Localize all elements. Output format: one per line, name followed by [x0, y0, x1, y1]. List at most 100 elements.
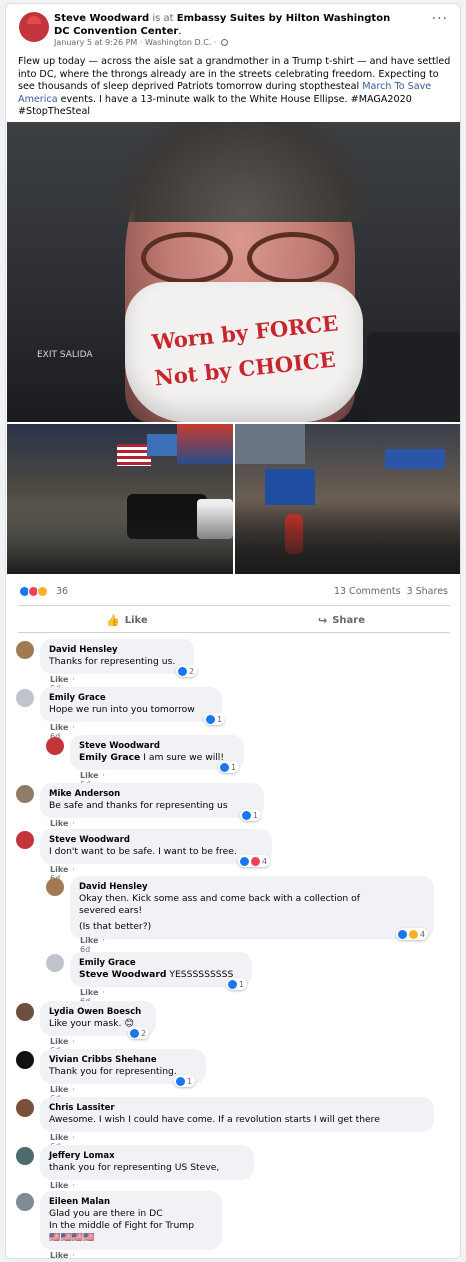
like-reaction-icon [130, 1028, 139, 1038]
commenter-name[interactable]: Steve Woodward [49, 834, 263, 846]
comment-reactions[interactable]: 4 [396, 928, 429, 940]
haha-reaction-icon [409, 929, 418, 939]
comment-text: Be safe and thanks for representing us [49, 800, 228, 811]
commenter-avatar[interactable] [16, 785, 34, 803]
engagement-stats: 13 Comments 3 Shares [334, 586, 448, 597]
comment-text: Emily Grace I am sure we will! [79, 752, 235, 764]
commenter-avatar[interactable] [16, 1051, 34, 1069]
comment-text-line-2: In the middle of Fight for Trump [49, 1220, 195, 1231]
comment-bubble: Chris Lassiter Awesome. I wish I could ha… [40, 1097, 434, 1132]
reaction-count: 36 [56, 586, 69, 597]
commenter-avatar[interactable] [46, 878, 64, 896]
like-reaction-icon [220, 762, 229, 772]
post-photo-main[interactable]: EXIT SALIDA Worn by FORCE Not by CHOICE [7, 122, 460, 422]
like-label: Like [124, 615, 148, 626]
author-name[interactable]: Steve Woodward [54, 13, 149, 24]
comment-like-link[interactable]: Like [50, 675, 68, 684]
commenter-name[interactable]: David Hensley [79, 881, 425, 893]
comment-reactions[interactable]: 1 [226, 978, 248, 990]
comment-text: Thanks for representing us. [49, 656, 176, 667]
comment-reaction-count: 1 [187, 1076, 193, 1086]
comment-like-link[interactable]: Like [50, 1251, 68, 1258]
comment-bubble: Emily Grace Steve Woodward YESSSSSSSSS [70, 952, 252, 987]
meta-separator: · [72, 819, 75, 828]
like-button[interactable]: 👍 Like [106, 614, 148, 627]
commenter-name[interactable]: Chris Lassiter [49, 1102, 425, 1114]
comment-like-link[interactable]: Like [50, 1085, 68, 1094]
tagged-user[interactable]: Emily Grace [79, 752, 140, 763]
commenter-avatar[interactable] [16, 1099, 34, 1117]
comment-reaction-count: 4 [420, 929, 426, 939]
commenter-avatar[interactable] [46, 954, 64, 972]
commenter-avatar[interactable] [16, 1147, 34, 1165]
comment-reactions[interactable]: 2 [176, 665, 198, 677]
comment-like-link[interactable]: Like [80, 936, 98, 945]
thumbs-up-icon: 👍 [106, 614, 120, 627]
commenter-name[interactable]: David Hensley [49, 644, 185, 656]
comment-like-link[interactable]: Like [80, 988, 98, 997]
meta-separator: · [72, 1133, 75, 1142]
share-count[interactable]: 3 Shares [407, 586, 448, 597]
commenter-avatar[interactable] [16, 1003, 34, 1021]
commenter-name[interactable]: Vivian Cribbs Shehane [49, 1054, 197, 1066]
commenter-avatar[interactable] [16, 641, 34, 659]
post-location[interactable]: Washington D.C. [145, 38, 211, 47]
commenter-name[interactable]: Jeffery Lomax [49, 1150, 245, 1162]
share-button[interactable]: ↪ Share [318, 614, 365, 627]
commenter-avatar[interactable] [16, 831, 34, 849]
comment-reactions[interactable]: 1 [240, 809, 262, 821]
comment-reactions[interactable]: 1 [204, 713, 226, 725]
comment-like-link[interactable]: Like [50, 819, 68, 828]
seat-shape [367, 332, 460, 422]
comment-reactions[interactable]: 1 [218, 761, 240, 773]
comment-bubble: David Hensley Thanks for representing us. [40, 639, 194, 674]
like-reaction-icon [398, 929, 407, 939]
comment-reaction-count: 1 [253, 810, 259, 820]
post-photo-left[interactable] [7, 424, 233, 574]
comment-reactions[interactable]: 2 [128, 1027, 150, 1039]
commenter-avatar[interactable] [16, 1193, 34, 1211]
comment-reactions[interactable]: 1 [174, 1075, 196, 1087]
crowd-shape [7, 504, 233, 574]
author-avatar[interactable] [19, 12, 49, 42]
more-options-icon[interactable]: ··· [432, 12, 448, 26]
comment-like-link[interactable]: Like [50, 1181, 68, 1190]
blue-flag-shape [147, 434, 181, 456]
comment-count[interactable]: 13 Comments [334, 586, 401, 597]
commenter-name[interactable]: Emily Grace [49, 692, 213, 704]
commenter-name[interactable]: Mike Anderson [49, 788, 255, 800]
commenter-name[interactable]: Eileen Malan [49, 1196, 213, 1208]
post-text-2: events. I have a 13-minute walk to the W… [18, 93, 412, 118]
comment-like-link[interactable]: Like [50, 723, 68, 732]
post-body: Flew up today — across the aisle sat a g… [18, 56, 458, 119]
post-meta: January 5 at 9:26 PM · Washington D.C. · [54, 38, 228, 47]
comment-text: Hope we run into you tomorrow [49, 704, 195, 715]
comment-text: Glad you are there in DC [49, 1208, 163, 1219]
commenter-name[interactable]: Steve Woodward [79, 740, 235, 752]
reaction-summary[interactable]: 36 [19, 586, 68, 597]
share-arrow-icon: ↪ [318, 614, 328, 627]
commenter-name[interactable]: Emily Grace [79, 957, 243, 969]
post-photo-right[interactable] [235, 424, 460, 574]
comment-like-link[interactable]: Like [50, 865, 68, 874]
comment-like-link[interactable]: Like [50, 1037, 68, 1046]
meta-separator: · [72, 1085, 75, 1094]
commenter-avatar[interactable] [46, 737, 64, 755]
comment-bubble: Mike Anderson Be safe and thanks for repr… [40, 783, 264, 818]
comment-bubble: Emily Grace Hope we run into you tomorrow [40, 687, 222, 722]
meta-separator: · [72, 723, 75, 732]
like-reaction-icon [242, 810, 251, 820]
comment-text-body: YESSSSSSSSS [166, 969, 234, 980]
comment-like-link[interactable]: Like [80, 771, 98, 780]
comment-reactions[interactable]: 4 [238, 855, 271, 867]
tagged-user[interactable]: Steve Woodward [79, 969, 166, 980]
commenter-avatar[interactable] [16, 689, 34, 707]
commenter-name[interactable]: Lydia Owen Boesch [49, 1006, 147, 1018]
comment-text: I don't want to be safe. I want to be fr… [49, 846, 237, 857]
divider-top [18, 605, 450, 606]
comment-reaction-count: 1 [239, 979, 245, 989]
post-date[interactable]: January 5 at 9:26 PM [54, 38, 137, 47]
meta-separator-2: · [213, 38, 217, 47]
lit-sign-shape [177, 424, 233, 464]
comment-like-link[interactable]: Like [50, 1133, 68, 1142]
